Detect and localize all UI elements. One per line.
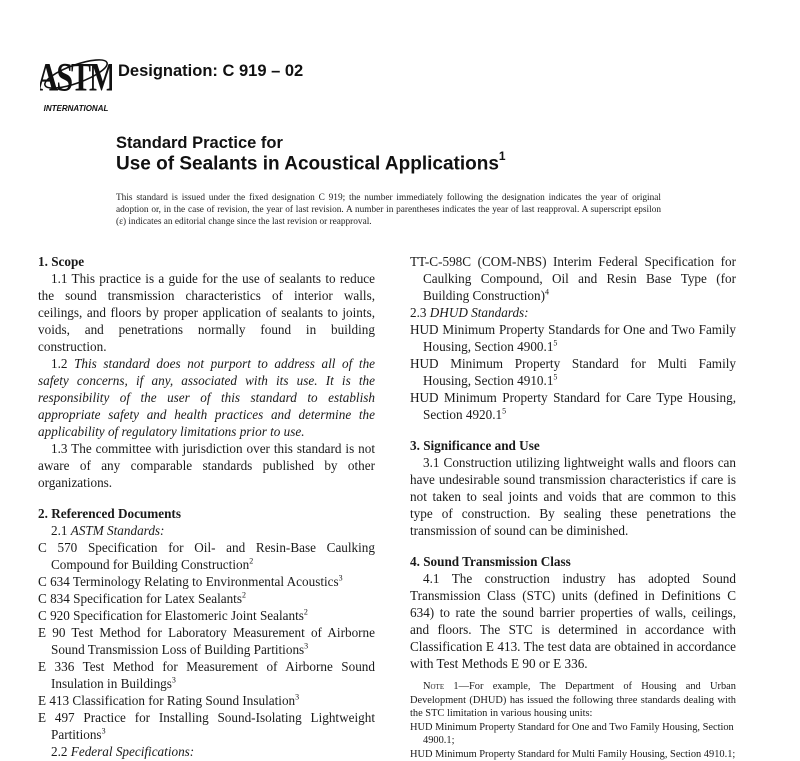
- note-reference-item: HUD Minimum Property Standard for One an…: [410, 721, 736, 748]
- reference-item: E 90 Test Method for Laboratory Measurem…: [38, 624, 375, 658]
- reference-item: TT-C-598C (COM-NBS) Interim Federal Spec…: [410, 253, 736, 304]
- astm-logo-icon: ASTM INTERNATIONAL: [40, 50, 112, 114]
- note-1: Note 1—For example, The Department of Ho…: [410, 680, 736, 721]
- subsection-number: 2.1: [51, 523, 71, 538]
- note-label: Note: [423, 681, 444, 692]
- subsection-dhud-standards: 2.3 DHUD Standards:: [410, 304, 736, 321]
- reference-item: E 336 Test Method for Measurement of Air…: [38, 658, 375, 692]
- paragraph-1-1: 1.1 This practice is a guide for the use…: [38, 270, 375, 355]
- reference-item: E 497 Practice for Installing Sound-Isol…: [38, 709, 375, 743]
- astm-logo: ASTM INTERNATIONAL: [40, 50, 112, 114]
- reference-item: HUD Minimum Property Standards for One a…: [410, 321, 736, 355]
- subsection-label: ASTM Standards:: [71, 523, 165, 538]
- paragraph-4-1: 4.1 The construction industry has adopte…: [410, 570, 736, 672]
- dhud-reference-list: HUD Minimum Property Standards for One a…: [410, 321, 736, 423]
- right-column: TT-C-598C (COM-NBS) Interim Federal Spec…: [410, 253, 736, 761]
- section-heading-sound-transmission-class: 4. Sound Transmission Class: [410, 553, 736, 570]
- subsection-label: Federal Specifications:: [71, 744, 194, 759]
- paragraph-1-3: 1.3 The committee with jurisdiction over…: [38, 440, 375, 491]
- astm-reference-list: C 570 Specification for Oil- and Resin-B…: [38, 539, 375, 743]
- svg-text:INTERNATIONAL: INTERNATIONAL: [44, 104, 109, 113]
- subsection-number: 2.2: [51, 744, 71, 759]
- subsection-astm-standards: 2.1 ASTM Standards:: [38, 522, 375, 539]
- subsection-number: 2.3: [410, 305, 430, 320]
- left-column: 1. Scope 1.1 This practice is a guide fo…: [38, 253, 375, 760]
- svg-text:ASTM: ASTM: [40, 54, 112, 99]
- title-footnote-mark: 1: [499, 149, 506, 163]
- section-heading-referenced-documents: 2. Referenced Documents: [38, 505, 375, 522]
- designation: Designation: C 919 – 02: [118, 62, 303, 81]
- paragraph-1-2-text: This standard does not purport to addres…: [38, 356, 375, 439]
- reference-item: C 634 Terminology Relating to Environmen…: [38, 573, 375, 590]
- reference-item: E 413 Classification for Rating Sound In…: [38, 692, 375, 709]
- subsection-federal-specifications: 2.2 Federal Specifications:: [38, 743, 375, 760]
- paragraph-number: 1.2: [51, 356, 74, 371]
- reference-item: HUD Minimum Property Standard for Care T…: [410, 389, 736, 423]
- paragraph-3-1: 3.1 Construction utilizing lightweight w…: [410, 454, 736, 539]
- section-heading-scope: 1. Scope: [38, 253, 375, 270]
- reference-item: C 920 Specification for Elastomeric Join…: [38, 607, 375, 624]
- paragraph-1-2: 1.2 This standard does not purport to ad…: [38, 355, 375, 440]
- reference-item: HUD Minimum Property Standard for Multi …: [410, 355, 736, 389]
- title-line-2: Use of Sealants in Acoustical Applicatio…: [116, 151, 506, 175]
- note-reference-item: HUD Minimum Property Standard for Multi …: [410, 748, 736, 761]
- designation-notice: This standard is issued under the fixed …: [116, 192, 661, 228]
- reference-item: C 570 Specification for Oil- and Resin-B…: [38, 539, 375, 573]
- document-title: Use of Sealants in Acoustical Applicatio…: [116, 153, 499, 174]
- reference-item: C 834 Specification for Latex Sealants2: [38, 590, 375, 607]
- subsection-label: DHUD Standards:: [430, 305, 529, 320]
- note-text: 1—For example, The Department of Housing…: [410, 681, 736, 719]
- section-heading-significance-and-use: 3. Significance and Use: [410, 437, 736, 454]
